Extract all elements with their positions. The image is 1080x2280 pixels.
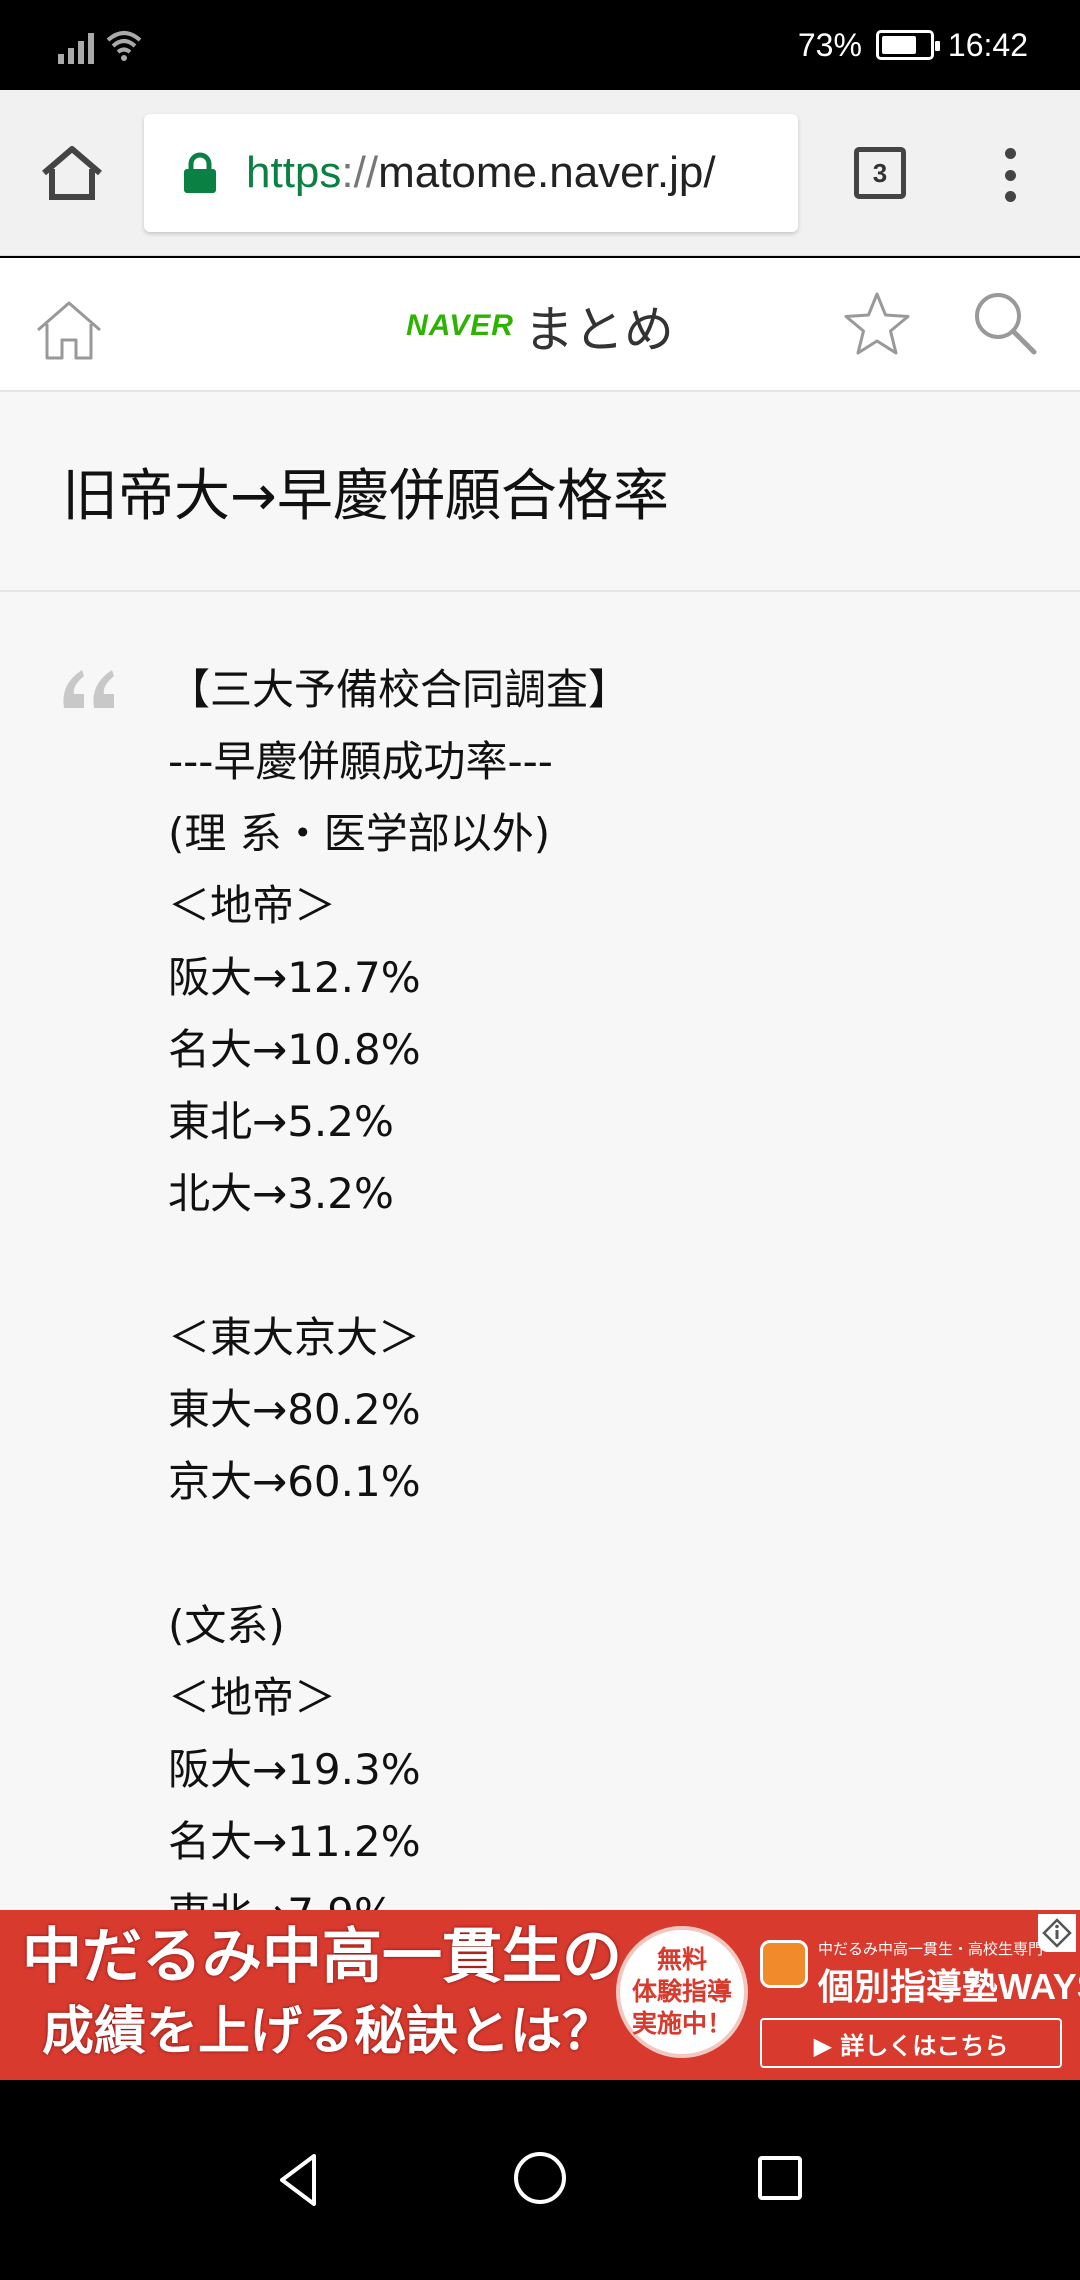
quote-line: 名大→11.2% xyxy=(168,1817,421,1866)
ad-line1: 中だるみ中高一貫生の xyxy=(22,1922,622,1992)
search-icon[interactable] xyxy=(970,288,1040,358)
quote-line: 阪大→12.7% xyxy=(168,953,421,1002)
quote-line: (文系) xyxy=(168,1601,285,1650)
clock: 16:42 xyxy=(947,26,1028,63)
quote-line: ＜東大京大＞ xyxy=(168,1313,421,1362)
menu-dot xyxy=(1004,191,1016,202)
menu-dot xyxy=(1004,148,1016,159)
home-circle-icon[interactable] xyxy=(508,2146,572,2210)
quote-line: 京大→60.1% xyxy=(168,1457,421,1506)
ad-badge-line3: 実施中！ xyxy=(631,2009,732,2038)
battery-fill xyxy=(881,36,916,54)
quote-line: 【三大予備校合同調査】 xyxy=(168,665,631,714)
home-icon[interactable] xyxy=(38,143,106,203)
ad-banner[interactable]: 中だるみ中高一貫生の 成績を上げる秘訣とは？ 無料 体験指導 実施中！ 中だるみ… xyxy=(0,1910,1080,2080)
site-logo[interactable]: NAVER まとめ xyxy=(0,286,1080,366)
page-title: 旧帝大→早慶併願合格率 xyxy=(62,463,669,529)
ad-info-glyph xyxy=(1042,1918,1072,1948)
url-separator: :// xyxy=(341,148,379,197)
quote-line: 東北→5.2% xyxy=(168,1097,394,1146)
browser-toolbar: https://matome.naver.jp/ 3 xyxy=(0,90,1080,256)
quote-line xyxy=(168,1518,1048,1590)
ad-badge-line1: 無料 xyxy=(656,1945,707,1974)
status-bar: 73% 16:42 xyxy=(0,0,1080,90)
quote-line: 阪大→19.3% xyxy=(168,1745,421,1794)
ad-brand-block: 中だるみ中高一貫生・高校生専門 個別指導塾WAYS ▶ 詳しくはこちら xyxy=(756,1924,1080,2072)
ad-badge: 無料 体験指導 実施中！ xyxy=(616,1926,748,2058)
ad-line2: 成績を上げる秘訣とは？ xyxy=(42,2002,615,2062)
lock-icon xyxy=(184,152,216,193)
menu-dot xyxy=(1004,169,1016,181)
ad-cta-button[interactable]: ▶ 詳しくはこちら xyxy=(760,2018,1062,2068)
ad-headline: 中だるみ中高一貫生の 成績を上げる秘訣とは？ xyxy=(22,1918,622,2068)
star-icon[interactable] xyxy=(842,290,912,358)
system-nav-bar xyxy=(0,2080,1080,2280)
url-host: matome.naver.jp/ xyxy=(378,148,716,197)
url-bar[interactable]: https://matome.naver.jp/ xyxy=(144,114,798,232)
quote-body: 【三大予備校合同調査】 ---早慶併願成功率--- (理 系・医学部以外) ＜地帝＞ 阪… xyxy=(168,654,1048,1912)
back-triangle-icon[interactable] xyxy=(268,2148,332,2212)
quote-line: ＜地帝＞ xyxy=(168,881,337,930)
ad-brand-logo-icon xyxy=(760,1940,808,1988)
quote-line: 名大→10.8% xyxy=(168,1025,421,1074)
quote-icon xyxy=(63,670,114,708)
logo-naver: NAVER xyxy=(406,309,514,342)
signal-wifi-icon xyxy=(58,31,142,64)
url-text: https://matome.naver.jp/ xyxy=(246,148,716,198)
battery-percent: 73% xyxy=(797,26,862,63)
quote-line: ---早慶併願成功率--- xyxy=(168,737,553,786)
quote-line xyxy=(168,1230,1048,1302)
quote-line: ＜地帝＞ xyxy=(168,1673,337,1722)
recent-apps-icon[interactable] xyxy=(750,2148,810,2208)
overflow-menu-icon[interactable] xyxy=(998,148,1022,202)
logo-matome: まとめ xyxy=(523,301,674,359)
quote-line: 東大→80.2% xyxy=(168,1385,421,1434)
ad-info-icon[interactable] xyxy=(1038,1914,1076,1952)
quote-line: 北大→3.2% xyxy=(168,1169,394,1218)
quote-line: (理 系・医学部以外) xyxy=(168,809,551,858)
ad-brand: 個別指導塾WAYS xyxy=(818,1966,1080,2007)
quote-line: 東北→7.9% xyxy=(168,1878,1048,1912)
ad-brand-small: 中だるみ中高一貫生・高校生専門 xyxy=(818,1940,1044,1958)
title-block: 旧帝大→早慶併願合格率 xyxy=(0,392,1080,592)
article-content: 旧帝大→早慶併願合格率 【三大予備校合同調査】 ---早慶併願成功率--- (理 系… xyxy=(0,392,1080,1912)
site-header: NAVER まとめ xyxy=(0,258,1080,392)
tab-switcher-button[interactable]: 3 xyxy=(854,147,906,199)
ad-badge-line2: 体験指導 xyxy=(631,1977,732,2006)
battery-icon xyxy=(875,30,940,60)
url-scheme: https xyxy=(246,148,342,197)
